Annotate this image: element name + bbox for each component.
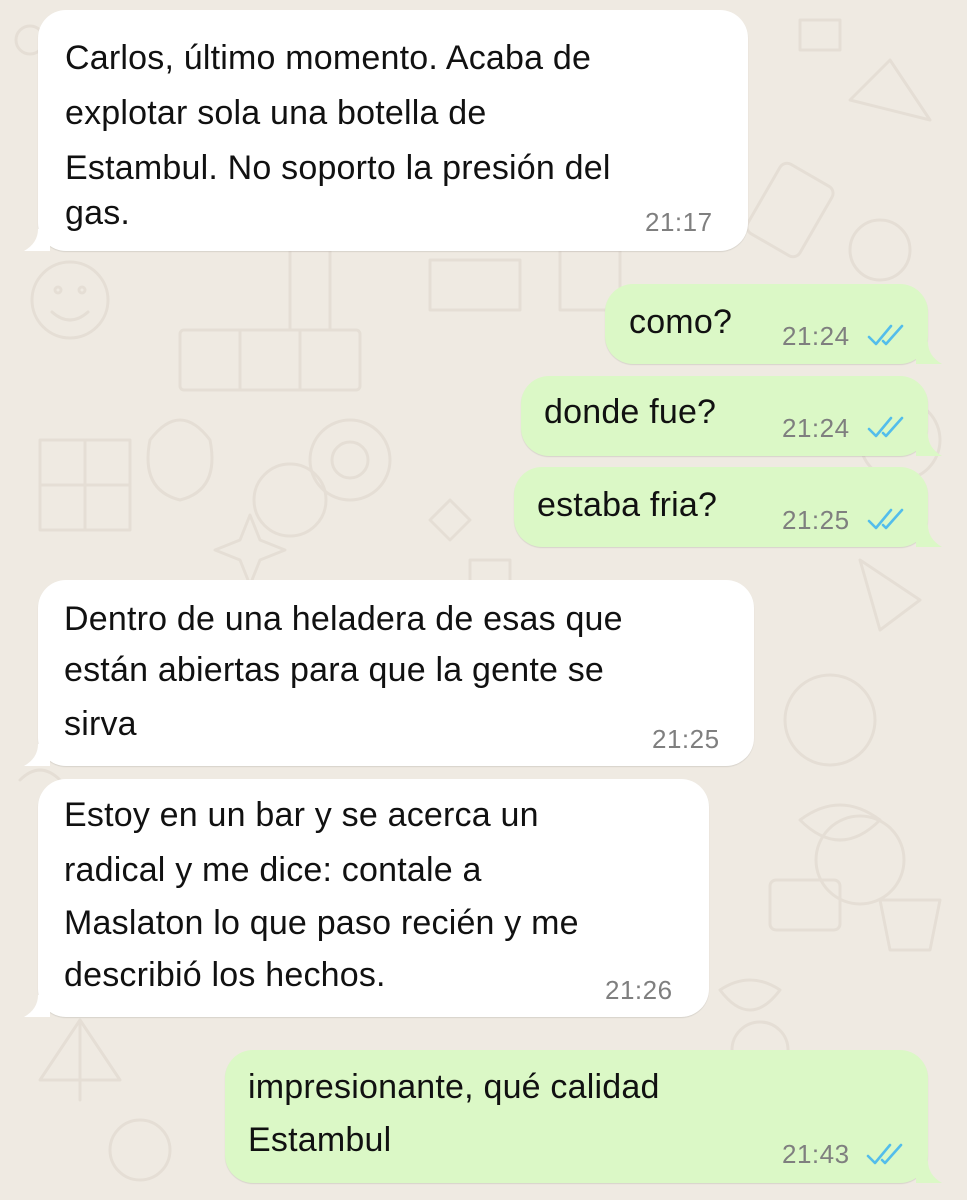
message-timestamp: 21:25 bbox=[782, 505, 850, 535]
message-text-line: explotar sola una botella de bbox=[65, 94, 487, 132]
message-text-line: describió los hechos. bbox=[64, 956, 386, 994]
bubble-tail bbox=[24, 744, 50, 766]
message-bubble-incoming[interactable]: Carlos, último momento. Acaba de explota… bbox=[24, 10, 748, 251]
message-timestamp: 21:25 bbox=[652, 724, 720, 754]
message-bubble-incoming[interactable]: Estoy en un bar y se acerca un radical y… bbox=[24, 779, 709, 1017]
chat-area[interactable]: Carlos, último momento. Acaba de explota… bbox=[0, 0, 967, 1200]
message-text-line: están abiertas para que la gente se bbox=[64, 651, 605, 689]
message-bubble-outgoing[interactable]: impresionante, qué calidad Estambul 21:4… bbox=[225, 1050, 942, 1183]
message-bubble-outgoing[interactable]: donde fue? 21:24 bbox=[521, 376, 942, 456]
double-check-icon bbox=[867, 416, 904, 438]
message-text-line: donde fue? bbox=[544, 393, 717, 431]
message-text-line: Estoy en un bar y se acerca un bbox=[64, 796, 539, 834]
bubble-tail bbox=[916, 434, 942, 456]
message-bubble-outgoing[interactable]: estaba fria? 21:25 bbox=[514, 467, 942, 547]
message-bubble-outgoing[interactable]: como? 21:24 bbox=[605, 284, 942, 364]
message-text-line: radical y me dice: contale a bbox=[64, 851, 482, 889]
message-text-line: gas. bbox=[65, 194, 131, 232]
message-timestamp: 21:17 bbox=[645, 207, 713, 237]
message-timestamp: 21:24 bbox=[782, 413, 850, 443]
message-bubble-incoming[interactable]: Dentro de una heladera de esas que están… bbox=[24, 580, 754, 766]
double-check-icon bbox=[867, 324, 904, 346]
bubble-tail bbox=[916, 525, 942, 547]
message-timestamp: 21:26 bbox=[605, 975, 673, 1005]
message-text-line: Estambul bbox=[248, 1121, 392, 1159]
message-timestamp: 21:43 bbox=[782, 1139, 850, 1169]
bubble-tail bbox=[24, 229, 50, 251]
message-text-line: Dentro de una heladera de esas que bbox=[64, 600, 623, 638]
message-timestamp: 21:24 bbox=[782, 321, 850, 351]
bubble-tail bbox=[24, 995, 50, 1017]
message-text-line: Carlos, último momento. Acaba de bbox=[65, 39, 592, 77]
message-text-line: Estambul. No soporto la presión del bbox=[65, 149, 611, 187]
message-text-line: estaba fria? bbox=[537, 486, 718, 524]
message-text-line: impresionante, qué calidad bbox=[248, 1068, 660, 1106]
double-check-icon bbox=[867, 508, 904, 530]
message-text-line: como? bbox=[629, 303, 733, 341]
bubble-tail bbox=[916, 1161, 942, 1183]
message-text-line: sirva bbox=[64, 705, 137, 743]
bubble-tail bbox=[916, 342, 942, 364]
message-text-line: Maslaton lo que paso recién y me bbox=[64, 904, 579, 942]
double-check-icon bbox=[866, 1143, 903, 1165]
